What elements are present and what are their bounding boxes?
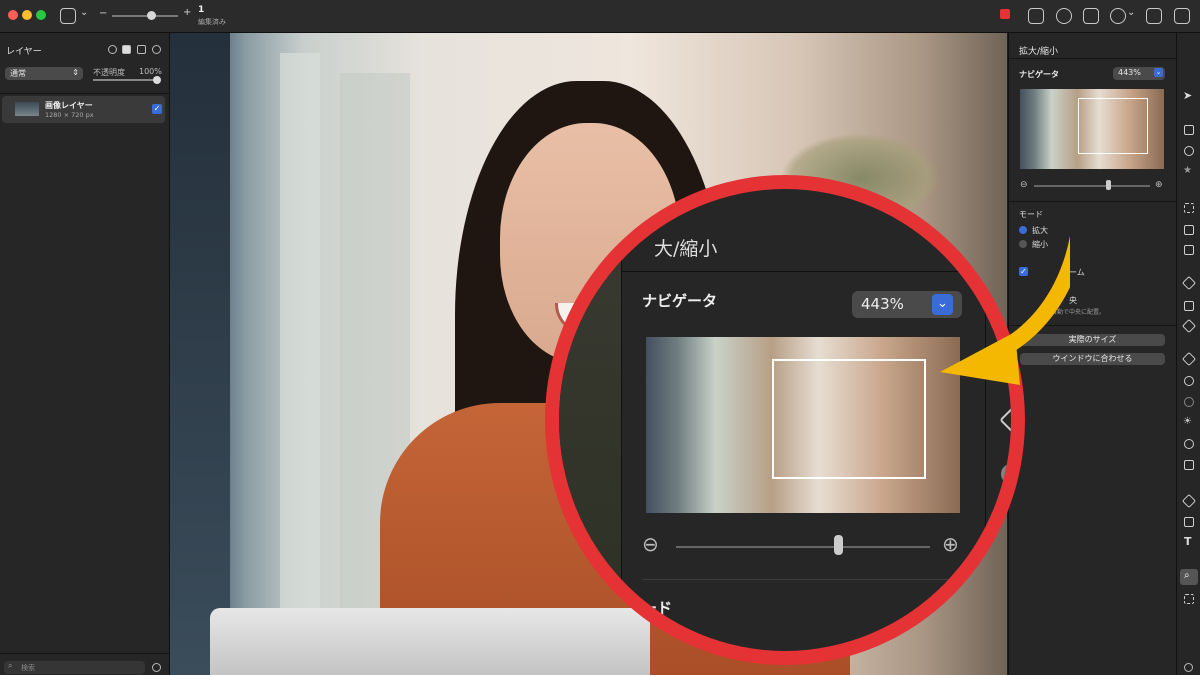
pen-tool-icon[interactable]: [1181, 493, 1197, 509]
hand-tool-icon[interactable]: [1184, 460, 1194, 470]
window-frame-left: [170, 33, 230, 675]
edit-status-label: 編集済み: [198, 18, 226, 26]
layer-row[interactable]: 画像レイヤー 1280 × 720 px ✓: [2, 96, 165, 123]
callout-viewport-frame: [772, 359, 926, 479]
layer-visibility-checkbox[interactable]: ✓: [152, 104, 162, 114]
layer-name: 画像レイヤー: [45, 101, 93, 110]
sidebar-toggle-icon[interactable]: [60, 8, 76, 24]
callout-title: 大/縮小: [654, 238, 718, 260]
magnifier-icon: ⌕: [1184, 570, 1190, 581]
blend-mode-value: 通常: [10, 69, 26, 78]
more-tools-icon[interactable]: [1184, 663, 1193, 672]
arrow-head: [940, 332, 1020, 385]
layer-thumbnail: [15, 102, 39, 116]
select-arrows-icon: ⇕: [72, 68, 79, 77]
blend-mode-select[interactable]: 通常 ⇕: [5, 67, 83, 80]
paint-select-tool-icon[interactable]: [1184, 125, 1194, 135]
minimize-window-button[interactable]: [22, 10, 32, 20]
inspector-toggle-icon[interactable]: [1174, 8, 1190, 24]
layer-size: 1280 × 720 px: [45, 111, 94, 119]
chevron-down-icon[interactable]: ⌄: [80, 7, 88, 18]
zoom-panel-title: 拡大/縮小: [1019, 47, 1059, 57]
zoom-level-select[interactable]: 443% ⌄: [1113, 67, 1165, 80]
divider: [0, 653, 169, 654]
zoom-slider-track[interactable]: [112, 15, 178, 17]
divider: [642, 579, 962, 580]
toolbar: ⌄ − + 1 編集済み ⌄: [0, 0, 1200, 33]
callout-zoom-out-icon: ⊖: [642, 532, 659, 556]
arrow-tool-icon[interactable]: ➤: [1183, 89, 1192, 102]
crop-tool-icon[interactable]: [1184, 594, 1194, 604]
zoom-slider-knob[interactable]: [147, 11, 156, 20]
blur-tool-icon[interactable]: [1184, 397, 1194, 407]
share-icon[interactable]: [1146, 8, 1162, 24]
tools-strip: ➤ ★ ☀ T ⌕: [1176, 33, 1200, 675]
zoom-tool-button[interactable]: ⌕: [1180, 569, 1198, 585]
center-option-label: 央: [1069, 296, 1077, 305]
search-icon: ⌕: [8, 661, 13, 670]
edit-count: 1: [198, 5, 205, 15]
opacity-slider-track[interactable]: [93, 79, 159, 81]
eraser-tool-icon[interactable]: [1181, 318, 1197, 334]
sponge-tool-icon[interactable]: [1184, 439, 1194, 449]
divider: [0, 93, 169, 94]
divider: [621, 189, 622, 651]
callout-navigator-thumbnail[interactable]: [646, 337, 960, 513]
callout-arrow: [940, 235, 1070, 385]
retouch-tool-icon[interactable]: [1181, 351, 1197, 367]
callout-mode-label: ード: [642, 599, 673, 617]
divider: [1009, 58, 1177, 59]
navigator-label: ナビゲータ: [1019, 70, 1059, 79]
zoom-out-icon[interactable]: −: [99, 8, 107, 19]
layers-title: レイヤー: [6, 47, 42, 57]
more-icon[interactable]: [1110, 8, 1126, 24]
checkbox-label: ーム: [1069, 268, 1085, 277]
navigator-viewport-frame[interactable]: [1078, 98, 1148, 154]
search-placeholder: 検索: [21, 664, 35, 672]
rect-select-tool-icon[interactable]: [1184, 203, 1194, 213]
zoom-level-value: 443%: [1118, 68, 1141, 77]
magic-select-tool-icon[interactable]: [1184, 225, 1194, 235]
image-adjust-icon[interactable]: [1028, 8, 1044, 24]
layers-panel: レイヤー 通常 ⇕ 不透明度 100% 画像レイヤー 1280 × 720 px…: [0, 33, 170, 675]
crop-rotate-icon[interactable]: [1083, 8, 1099, 24]
callout-zoom-in-icon: ⊕: [942, 532, 959, 556]
layer-search-field[interactable]: ⌕ 検索: [4, 661, 145, 674]
star-tool-icon[interactable]: ★: [1183, 165, 1192, 176]
info-icon[interactable]: [1056, 8, 1072, 24]
filter-icon[interactable]: [152, 663, 161, 672]
close-window-button[interactable]: [8, 10, 18, 20]
chevron-down-icon: ⌄: [1154, 68, 1163, 77]
brush-tool-icon[interactable]: [1181, 275, 1197, 291]
callout-slider-track: [676, 546, 930, 548]
opacity-value: 100%: [139, 67, 162, 76]
callout-slider-knob: [834, 535, 843, 555]
divider: [622, 271, 962, 272]
layers-stack-icon[interactable]: [137, 45, 146, 54]
callout-canvas-edge: [559, 189, 621, 651]
quick-select-tool-icon[interactable]: [1184, 245, 1194, 255]
opacity-slider-knob[interactable]: [153, 76, 161, 84]
callout-zoom-value: 443%: [861, 295, 904, 313]
navigator-zoom-knob[interactable]: [1106, 180, 1111, 190]
zoom-in-icon[interactable]: ⊕: [1155, 180, 1163, 190]
zoom-in-icon[interactable]: +: [183, 7, 191, 18]
window-pane: [280, 53, 320, 673]
arrow-shaft: [982, 235, 1070, 363]
callout-navigator-label: ナビゲータ: [642, 292, 718, 310]
remove-layer-icon[interactable]: [108, 45, 117, 54]
fill-tool-icon[interactable]: [1184, 301, 1194, 311]
color-icon[interactable]: [1000, 9, 1010, 19]
add-layer-icon[interactable]: [152, 45, 161, 54]
opacity-label: 不透明度: [93, 68, 125, 77]
mask-icon[interactable]: [122, 45, 131, 54]
callout-paint-tool-icon: [999, 407, 1011, 433]
more-chevron-icon[interactable]: ⌄: [1127, 7, 1135, 18]
text-tool-icon[interactable]: T: [1184, 535, 1192, 548]
clone-tool-icon[interactable]: [1184, 376, 1194, 386]
shape-tool-icon[interactable]: [1184, 517, 1194, 527]
zoom-window-button[interactable]: [36, 10, 46, 20]
color-adjust-tool-icon[interactable]: [1184, 146, 1194, 156]
dodge-tool-icon[interactable]: ☀: [1183, 416, 1192, 427]
